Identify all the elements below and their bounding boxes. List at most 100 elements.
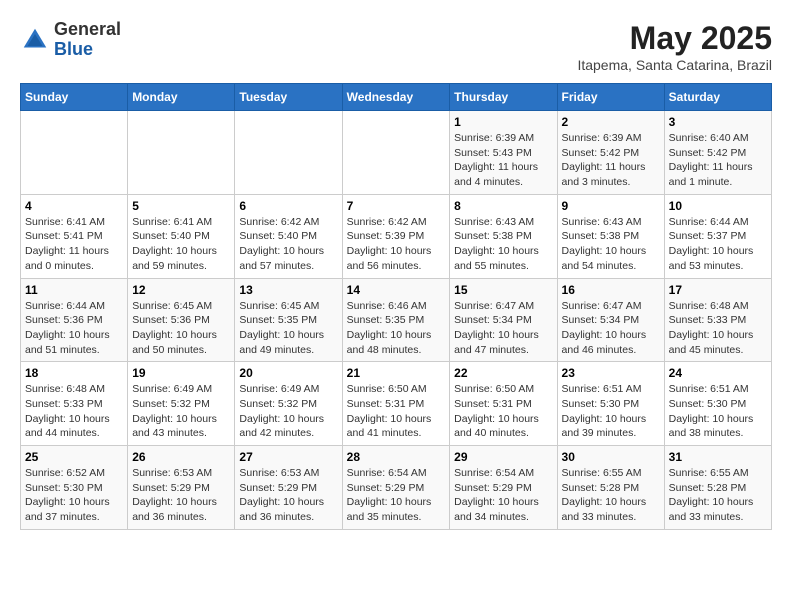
page-header: General Blue May 2025 Itapema, Santa Cat… (20, 20, 772, 73)
day-info: Sunrise: 6:53 AM Sunset: 5:29 PM Dayligh… (132, 466, 230, 525)
day-number: 22 (454, 366, 552, 380)
day-cell: 20 Sunrise: 6:49 AM Sunset: 5:32 PM Dayli… (235, 362, 342, 446)
day-number: 23 (562, 366, 660, 380)
logo-icon (20, 25, 50, 55)
title-area: May 2025 Itapema, Santa Catarina, Brazil (577, 20, 772, 73)
day-cell: 21Sunrise: 6:50 AM Sunset: 5:31 PM Dayli… (342, 362, 450, 446)
day-cell: 30 Sunrise: 6:55 AM Sunset: 5:28 PM Dayli… (557, 446, 664, 530)
day-cell: 3 Sunrise: 6:40 AM Sunset: 5:42 PM Daylig… (664, 111, 771, 195)
week-row-2: 4Sunrise: 6:41 AM Sunset: 5:41 PM Daylig… (21, 194, 772, 278)
day-info: Sunrise: 6:42 AM Sunset: 5:40 PM Dayligh… (239, 215, 337, 274)
day-cell: 31 Sunrise: 6:55 AM Sunset: 5:28 PM Dayli… (664, 446, 771, 530)
day-number: 5 (132, 199, 230, 213)
day-info: Sunrise: 6:51 AM Sunset: 5:30 PM Dayligh… (562, 382, 660, 441)
day-cell (128, 111, 235, 195)
day-info: Sunrise: 6:43 AM Sunset: 5:38 PM Dayligh… (562, 215, 660, 274)
day-number: 11 (25, 283, 123, 297)
day-number: 1 (454, 115, 552, 129)
day-info: Sunrise: 6:45 AM Sunset: 5:35 PM Dayligh… (239, 299, 337, 358)
logo: General Blue (20, 20, 121, 60)
day-info: Sunrise: 6:46 AM Sunset: 5:35 PM Dayligh… (347, 299, 446, 358)
day-number: 10 (669, 199, 767, 213)
weekday-monday: Monday (128, 84, 235, 111)
day-info: Sunrise: 6:50 AM Sunset: 5:31 PM Dayligh… (454, 382, 552, 441)
day-number: 15 (454, 283, 552, 297)
day-number: 9 (562, 199, 660, 213)
weekday-saturday: Saturday (664, 84, 771, 111)
day-cell: 24 Sunrise: 6:51 AM Sunset: 5:30 PM Dayli… (664, 362, 771, 446)
calendar-title: May 2025 (577, 20, 772, 57)
day-cell: 28Sunrise: 6:54 AM Sunset: 5:29 PM Dayli… (342, 446, 450, 530)
day-info: Sunrise: 6:47 AM Sunset: 5:34 PM Dayligh… (562, 299, 660, 358)
day-cell: 11 Sunrise: 6:44 AM Sunset: 5:36 PM Dayli… (21, 278, 128, 362)
weekday-thursday: Thursday (450, 84, 557, 111)
day-info: Sunrise: 6:55 AM Sunset: 5:28 PM Dayligh… (562, 466, 660, 525)
day-info: Sunrise: 6:44 AM Sunset: 5:37 PM Dayligh… (669, 215, 767, 274)
day-number: 21 (347, 366, 446, 380)
weekday-tuesday: Tuesday (235, 84, 342, 111)
day-cell: 1Sunrise: 6:39 AM Sunset: 5:43 PM Daylig… (450, 111, 557, 195)
day-cell: 14Sunrise: 6:46 AM Sunset: 5:35 PM Dayli… (342, 278, 450, 362)
day-info: Sunrise: 6:53 AM Sunset: 5:29 PM Dayligh… (239, 466, 337, 525)
day-number: 30 (562, 450, 660, 464)
day-info: Sunrise: 6:39 AM Sunset: 5:42 PM Dayligh… (562, 131, 660, 190)
day-cell: 16 Sunrise: 6:47 AM Sunset: 5:34 PM Dayli… (557, 278, 664, 362)
day-cell: 8Sunrise: 6:43 AM Sunset: 5:38 PM Daylig… (450, 194, 557, 278)
day-info: Sunrise: 6:54 AM Sunset: 5:29 PM Dayligh… (454, 466, 552, 525)
day-info: Sunrise: 6:42 AM Sunset: 5:39 PM Dayligh… (347, 215, 446, 274)
day-number: 8 (454, 199, 552, 213)
logo-blue: Blue (54, 40, 121, 60)
day-number: 18 (25, 366, 123, 380)
week-row-4: 18 Sunrise: 6:48 AM Sunset: 5:33 PM Dayli… (21, 362, 772, 446)
day-cell: 13Sunrise: 6:45 AM Sunset: 5:35 PM Dayli… (235, 278, 342, 362)
day-number: 17 (669, 283, 767, 297)
day-info: Sunrise: 6:44 AM Sunset: 5:36 PM Dayligh… (25, 299, 123, 358)
day-number: 28 (347, 450, 446, 464)
day-info: Sunrise: 6:55 AM Sunset: 5:28 PM Dayligh… (669, 466, 767, 525)
day-cell: 23 Sunrise: 6:51 AM Sunset: 5:30 PM Dayli… (557, 362, 664, 446)
weekday-friday: Friday (557, 84, 664, 111)
day-cell (21, 111, 128, 195)
day-info: Sunrise: 6:40 AM Sunset: 5:42 PM Dayligh… (669, 131, 767, 190)
day-info: Sunrise: 6:49 AM Sunset: 5:32 PM Dayligh… (239, 382, 337, 441)
day-number: 12 (132, 283, 230, 297)
day-cell: 29 Sunrise: 6:54 AM Sunset: 5:29 PM Dayli… (450, 446, 557, 530)
day-number: 20 (239, 366, 337, 380)
calendar-header: SundayMondayTuesdayWednesdayThursdayFrid… (21, 84, 772, 111)
day-number: 31 (669, 450, 767, 464)
day-number: 16 (562, 283, 660, 297)
day-cell: 4Sunrise: 6:41 AM Sunset: 5:41 PM Daylig… (21, 194, 128, 278)
day-number: 26 (132, 450, 230, 464)
weekday-sunday: Sunday (21, 84, 128, 111)
day-cell: 17Sunrise: 6:48 AM Sunset: 5:33 PM Dayli… (664, 278, 771, 362)
week-row-5: 25Sunrise: 6:52 AM Sunset: 5:30 PM Dayli… (21, 446, 772, 530)
calendar-body: 1Sunrise: 6:39 AM Sunset: 5:43 PM Daylig… (21, 111, 772, 530)
week-row-3: 11 Sunrise: 6:44 AM Sunset: 5:36 PM Dayli… (21, 278, 772, 362)
day-cell: 9 Sunrise: 6:43 AM Sunset: 5:38 PM Daylig… (557, 194, 664, 278)
day-info: Sunrise: 6:49 AM Sunset: 5:32 PM Dayligh… (132, 382, 230, 441)
day-cell (235, 111, 342, 195)
logo-text: General Blue (54, 20, 121, 60)
day-number: 4 (25, 199, 123, 213)
day-cell: 5Sunrise: 6:41 AM Sunset: 5:40 PM Daylig… (128, 194, 235, 278)
weekday-wednesday: Wednesday (342, 84, 450, 111)
day-cell: 12Sunrise: 6:45 AM Sunset: 5:36 PM Dayli… (128, 278, 235, 362)
day-number: 7 (347, 199, 446, 213)
day-cell: 2Sunrise: 6:39 AM Sunset: 5:42 PM Daylig… (557, 111, 664, 195)
day-cell: 26 Sunrise: 6:53 AM Sunset: 5:29 PM Dayli… (128, 446, 235, 530)
day-cell: 7 Sunrise: 6:42 AM Sunset: 5:39 PM Daylig… (342, 194, 450, 278)
day-cell: 10 Sunrise: 6:44 AM Sunset: 5:37 PM Dayli… (664, 194, 771, 278)
day-cell: 18 Sunrise: 6:48 AM Sunset: 5:33 PM Dayli… (21, 362, 128, 446)
day-info: Sunrise: 6:47 AM Sunset: 5:34 PM Dayligh… (454, 299, 552, 358)
calendar-subtitle: Itapema, Santa Catarina, Brazil (577, 57, 772, 73)
day-info: Sunrise: 6:52 AM Sunset: 5:30 PM Dayligh… (25, 466, 123, 525)
day-cell: 19Sunrise: 6:49 AM Sunset: 5:32 PM Dayli… (128, 362, 235, 446)
day-number: 27 (239, 450, 337, 464)
day-number: 29 (454, 450, 552, 464)
day-number: 3 (669, 115, 767, 129)
calendar-table: SundayMondayTuesdayWednesdayThursdayFrid… (20, 83, 772, 530)
day-cell: 22 Sunrise: 6:50 AM Sunset: 5:31 PM Dayli… (450, 362, 557, 446)
day-info: Sunrise: 6:48 AM Sunset: 5:33 PM Dayligh… (25, 382, 123, 441)
day-number: 24 (669, 366, 767, 380)
day-info: Sunrise: 6:51 AM Sunset: 5:30 PM Dayligh… (669, 382, 767, 441)
